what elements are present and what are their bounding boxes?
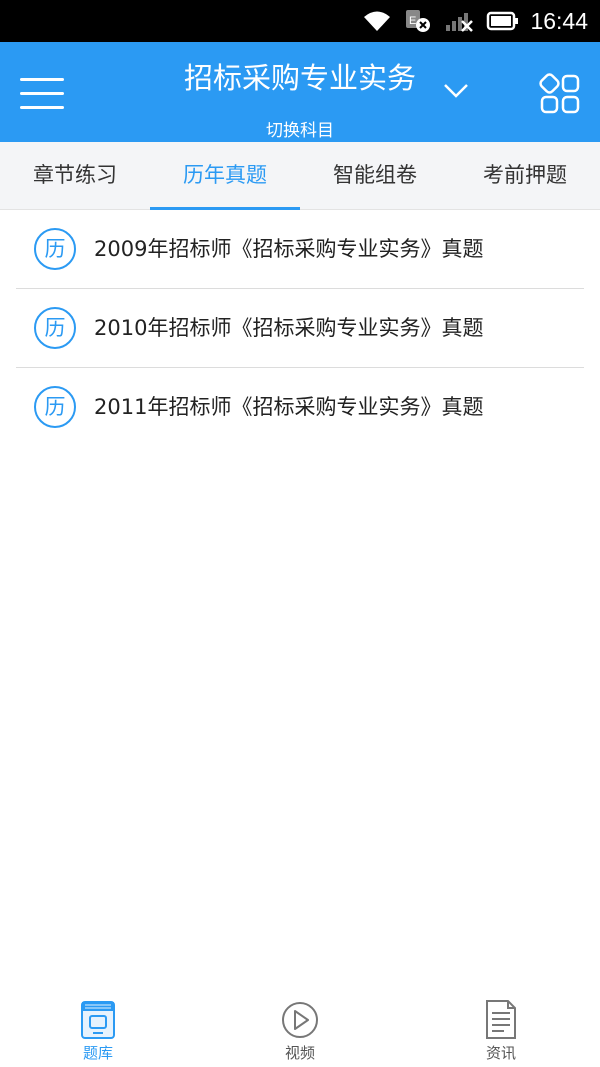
- list-item-title: 2011年招标师《招标采购专业实务》真题: [94, 395, 484, 419]
- nav-label-video: 视频: [284, 1044, 315, 1062]
- nav-label-news: 资讯: [485, 1044, 516, 1062]
- switch-subject-label: 切换科目: [266, 121, 334, 141]
- nav-label-question-bank: 题库: [82, 1044, 113, 1062]
- app-header: 招标采购专业实务 切换科目: [0, 42, 600, 142]
- battery-icon: [487, 11, 519, 31]
- play-icon: [282, 1002, 318, 1038]
- tab-predicted-questions[interactable]: 考前押题: [450, 142, 600, 209]
- history-badge-icon: 历: [34, 307, 76, 349]
- question-bank-icon: [81, 1001, 115, 1039]
- tab-smart-paper[interactable]: 智能组卷: [300, 142, 450, 209]
- status-icons: E 16:44: [362, 0, 588, 42]
- svg-text:E: E: [409, 15, 416, 27]
- tab-chapter-practice[interactable]: 章节练习: [0, 142, 150, 209]
- history-badge-icon: 历: [34, 228, 76, 270]
- list-item-title: 2010年招标师《招标采购专业实务》真题: [94, 316, 484, 340]
- list-item[interactable]: 历 2009年招标师《招标采购专业实务》真题: [16, 210, 584, 289]
- nav-question-bank[interactable]: 题库: [38, 990, 158, 1067]
- bottom-nav: 题库 视频 资讯: [0, 990, 600, 1067]
- apps-icon[interactable]: [538, 72, 582, 116]
- list-item[interactable]: 历 2010年招标师《招标采购专业实务》真题: [16, 289, 584, 368]
- subject-switcher[interactable]: 招标采购专业实务 切换科目: [130, 60, 470, 141]
- page-title: 招标采购专业实务: [183, 61, 416, 95]
- nav-video[interactable]: 视频: [240, 990, 360, 1067]
- list-item-title: 2009年招标师《招标采购专业实务》真题: [94, 237, 484, 261]
- e-network-icon: E: [406, 10, 431, 32]
- signal-icon: [446, 13, 474, 32]
- wifi-icon: [364, 11, 391, 31]
- status-bar: E 16:44: [0, 0, 600, 42]
- past-exam-list: 历 2009年招标师《招标采购专业实务》真题 历 2010年招标师《招标采购专业…: [0, 210, 600, 446]
- status-time: 16:44: [530, 7, 588, 34]
- list-item[interactable]: 历 2011年招标师《招标采购专业实务》真题: [16, 368, 584, 446]
- history-badge-icon: 历: [34, 386, 76, 428]
- tab-bar: 章节练习 历年真题 智能组卷 考前押题: [0, 142, 600, 210]
- tab-past-exams[interactable]: 历年真题: [150, 142, 300, 209]
- nav-news[interactable]: 资讯: [441, 990, 561, 1067]
- document-icon: [486, 1000, 516, 1039]
- chevron-down-icon: [444, 84, 468, 98]
- menu-button[interactable]: [20, 78, 66, 110]
